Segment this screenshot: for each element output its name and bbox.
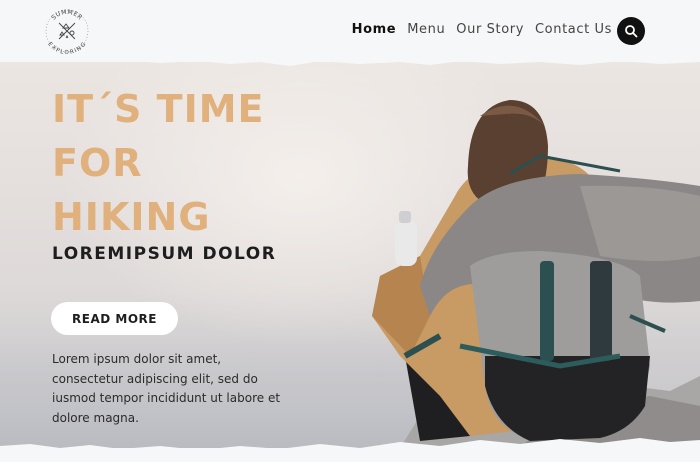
logo-top-text: SUMMER — [50, 9, 83, 22]
nav-contact-us[interactable]: Contact Us — [535, 22, 612, 37]
read-more-button[interactable]: READ MORE — [51, 302, 178, 335]
hero-title-line: HIKING — [52, 195, 211, 239]
svg-text:SUMMER: SUMMER — [50, 9, 83, 22]
torn-edge-bottom — [0, 438, 700, 462]
hero-subtitle: LOREMIPSUM DOLOR — [52, 244, 277, 264]
main-nav: Home Menu Our Story Contact Us — [352, 22, 612, 37]
nav-menu[interactable]: Menu — [407, 22, 445, 37]
hero-section: IT´S TIME FOR HIKING LOREMIPSUM DOLOR RE… — [0, 56, 700, 448]
hero-title-line: FOR — [52, 141, 143, 185]
search-icon — [625, 25, 638, 38]
logo-bottom-text: EXPLORING — [46, 41, 87, 56]
search-button[interactable] — [617, 17, 645, 45]
logo[interactable]: SUMMER EXPLORING — [44, 8, 90, 56]
hero-title: IT´S TIME FOR HIKING — [52, 82, 352, 244]
nav-home[interactable]: Home — [352, 22, 397, 37]
hero-title-line: IT´S TIME — [52, 87, 265, 131]
nav-our-story[interactable]: Our Story — [456, 22, 524, 37]
site-header: SUMMER EXPLORING Home Menu Our Story Con… — [0, 0, 700, 62]
svg-text:EXPLORING: EXPLORING — [46, 41, 87, 54]
hero-description: Lorem ipsum dolor sit amet, consectetur … — [52, 352, 281, 425]
